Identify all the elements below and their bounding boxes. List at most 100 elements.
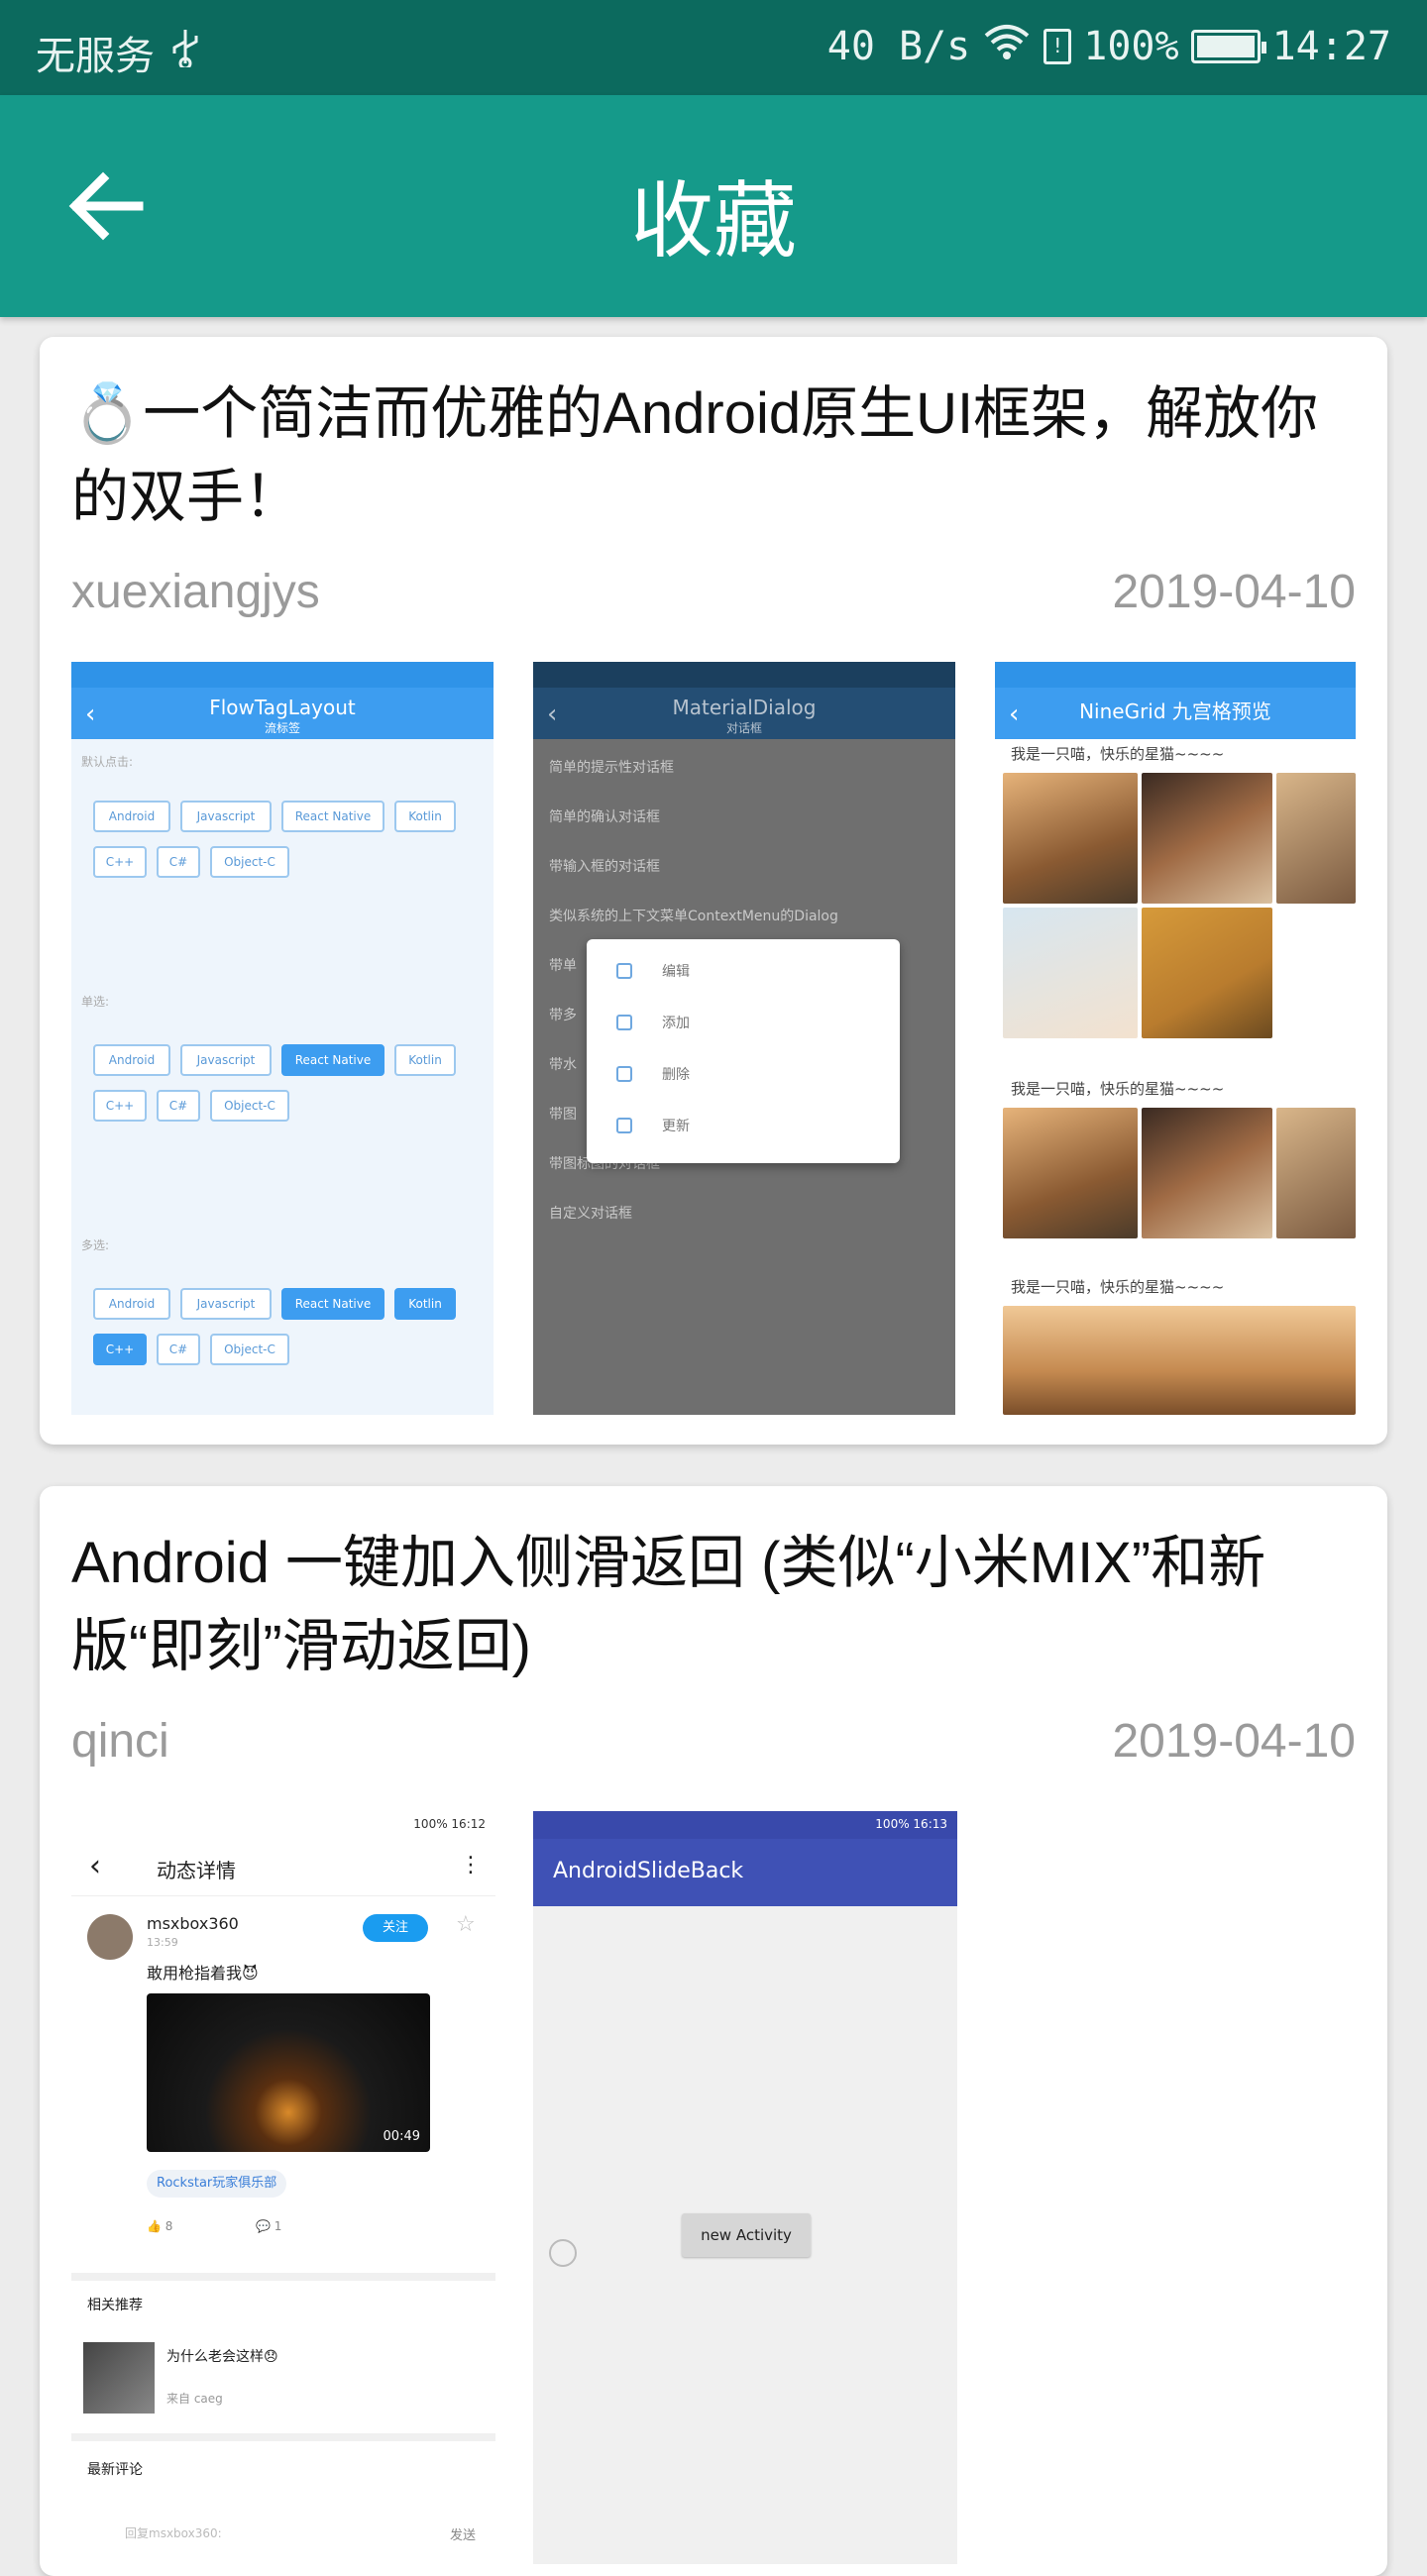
video-duration: 00:49 (383, 2129, 420, 2144)
list-item: 带单 (549, 958, 577, 974)
list-item: 简单的确认对话框 (549, 809, 660, 825)
edit-icon (616, 963, 632, 979)
send-button: 发送 (449, 2528, 476, 2543)
network-speed: 40 B/s (826, 24, 971, 69)
thumb-title: FlowTagLayout (209, 696, 356, 719)
tag: Android (93, 801, 170, 832)
tag: Object-C (210, 846, 289, 878)
context-dialog: 编辑 添加 删除 更新 (587, 939, 900, 1163)
battery-percent: 100% (1083, 24, 1179, 69)
wifi-icon (982, 22, 1032, 71)
cat-photo (1003, 773, 1138, 904)
thumbnail-image[interactable]: 100% 16:12 ‹ 动态详情 ⋮ msxbox360 13:59 关注 ☆… (71, 1811, 495, 2564)
video-player: 00:49 (147, 1993, 430, 2152)
thumb-subtitle: 流标签 (264, 721, 300, 735)
avatar (87, 1914, 133, 1960)
card-title: Android 一键加入侧滑返回 (类似“小米MIX”和新版“即刻”滑动返回) (71, 1531, 1266, 1678)
list-item: 自定义对话框 (549, 1206, 632, 1222)
dialog-item: 添加 (662, 1016, 690, 1031)
caption: 我是一只喵，快乐的星猫~~~~ (1011, 1080, 1225, 1098)
post-time: 13:59 (147, 1936, 178, 1949)
thumbnail-image[interactable]: ‹ NineGrid 九宫格预览 我是一只喵，快乐的星猫~~~~ 我是一只喵，快… (995, 662, 1356, 1415)
list-item: 类似系统的上下文菜单ContextMenu的Dialog (549, 909, 838, 924)
thumb-status: 100% 16:13 (533, 1811, 957, 1839)
page-title: 收藏 (629, 172, 797, 269)
thumb-title: 动态详情 (157, 1859, 236, 1882)
tag: Kotlin (394, 1044, 456, 1076)
reply-input: 回复msxbox360: (125, 2526, 222, 2540)
section-label: 最新评论 (87, 2462, 143, 2478)
star-icon: ☆ (456, 1912, 476, 1937)
comment-count: 💬 1 (256, 2219, 282, 2233)
thumb-title: NineGrid 九宫格预览 (1079, 699, 1271, 723)
cat-photo (1142, 773, 1272, 904)
cat-photo (1003, 1108, 1138, 1238)
back-arrow-icon: ‹ (547, 699, 558, 729)
card-author: xuexiangjys (71, 566, 320, 618)
thumb-title: AndroidSlideBack (533, 1839, 957, 1906)
username: msxbox360 (147, 1914, 239, 1933)
list-item: 简单的提示性对话框 (549, 760, 674, 776)
cat-photo (1276, 1108, 1356, 1238)
thumb-subtitle: 对话框 (725, 721, 762, 735)
back-arrow-icon: ‹ (85, 699, 96, 729)
tag: React Native (281, 1044, 384, 1076)
follow-button: 关注 (363, 1914, 428, 1942)
tag: Javascript (180, 1044, 272, 1076)
usb-icon (168, 28, 202, 77)
new-activity-button: new Activity (682, 2213, 811, 2257)
thumb-title: MaterialDialog (672, 696, 817, 719)
related-source: 来自 caeg (166, 2392, 223, 2406)
cat-photo (1142, 1108, 1272, 1238)
related-thumbnail (83, 2342, 155, 2414)
clock: 14:27 (1271, 24, 1391, 69)
tag: C# (157, 846, 200, 878)
more-icon: ⋮ (460, 1853, 482, 1878)
list-item: 带图 (549, 1107, 577, 1123)
tag: Object-C (210, 1334, 289, 1365)
thumbnail-image[interactable]: ‹ FlowTagLayout 流标签 默认点击: Android Javasc… (71, 662, 494, 1415)
section-label: 多选: (81, 1238, 110, 1252)
favorite-card[interactable]: 💍一个简洁而优雅的Android原生UI框架，解放你的双手！ xuexiangj… (40, 337, 1387, 1445)
tag: Object-C (210, 1090, 289, 1122)
app-toolbar: 收藏 (0, 95, 1427, 317)
tag: Kotlin (394, 1288, 456, 1320)
battery-icon (1190, 30, 1266, 63)
tag: React Native (281, 801, 384, 832)
thumbnail-image[interactable]: 100% 16:13 AndroidSlideBack new Activity (533, 1811, 957, 2564)
list-item: 带输入框的对话框 (549, 859, 660, 875)
back-arrow-icon: ‹ (89, 1849, 101, 1883)
list-item: 带水 (549, 1057, 577, 1073)
section-label: 单选: (81, 995, 110, 1009)
thumb-status: 100% 16:12 (413, 1817, 486, 1831)
tag: C++ (93, 846, 147, 878)
tag: C++ (93, 1334, 147, 1365)
card-title: 💍一个简洁而优雅的Android原生UI框架，解放你的双手！ (71, 381, 1319, 529)
no-sim-icon: ! (1043, 29, 1072, 64)
slide-indicator (549, 2239, 577, 2267)
cat-photo (1003, 1306, 1356, 1415)
tag: Android (93, 1044, 170, 1076)
section-label: 相关推荐 (87, 2298, 143, 2313)
tag: Android (93, 1288, 170, 1320)
section-label: 默认点击: (81, 755, 134, 769)
related-title: 为什么老会这样😞 (166, 2349, 278, 2365)
favorite-card[interactable]: Android 一键加入侧滑返回 (类似“小米MIX”和新版“即刻”滑动返回) … (40, 1486, 1387, 2576)
post-text: 敢用枪指着我😈 (147, 1964, 259, 1983)
dialog-item: 删除 (662, 1067, 690, 1083)
carrier-label: 无服务 (36, 34, 155, 79)
thumbnail-image[interactable]: ‹ MaterialDialog 对话框 简单的提示性对话框 简单的确认对话框 … (533, 662, 955, 1415)
card-date: 2019-04-10 (1112, 566, 1356, 618)
delete-icon (616, 1066, 632, 1082)
update-icon (616, 1118, 632, 1133)
caption: 我是一只喵，快乐的星猫~~~~ (1011, 1278, 1225, 1296)
cat-photo (1142, 908, 1272, 1038)
tag: Javascript (180, 801, 272, 832)
like-count: 👍 8 (147, 2219, 173, 2233)
cat-photo (1003, 908, 1138, 1038)
person-icon (616, 1015, 632, 1030)
tag: Kotlin (394, 801, 456, 832)
tag: C# (157, 1090, 200, 1122)
tag: Javascript (180, 1288, 272, 1320)
cat-photo (1276, 773, 1356, 904)
